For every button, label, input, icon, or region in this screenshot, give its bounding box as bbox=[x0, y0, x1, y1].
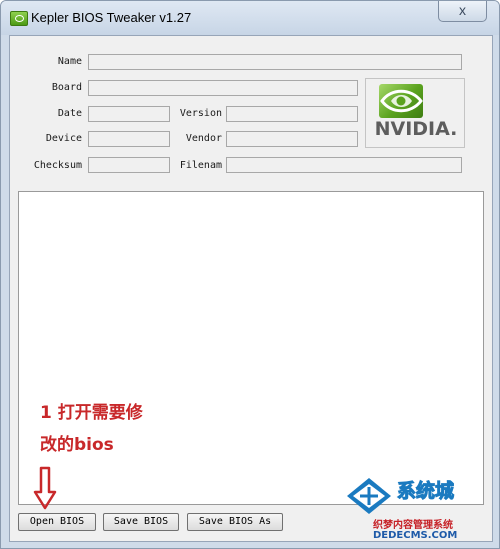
nvidia-logo-box: NVIDIA. bbox=[365, 78, 465, 148]
version-field[interactable] bbox=[226, 106, 358, 122]
date-label: Date bbox=[57, 108, 82, 119]
name-field[interactable] bbox=[88, 54, 462, 70]
client-area: Name Board Date Version Device Vendor Ch… bbox=[9, 35, 493, 542]
save-bios-button[interactable]: Save BIOS bbox=[103, 513, 179, 531]
filename-field[interactable] bbox=[226, 157, 462, 173]
vendor-label: Vendor bbox=[185, 133, 222, 144]
annotation-line2: 改的bios bbox=[40, 435, 114, 455]
watermark-text: 系统城 bbox=[396, 480, 455, 503]
date-field[interactable] bbox=[88, 106, 170, 122]
device-field[interactable] bbox=[88, 131, 170, 147]
vendor-field[interactable] bbox=[226, 131, 358, 147]
checksum-field[interactable] bbox=[88, 157, 170, 173]
app-icon bbox=[10, 11, 28, 26]
save-bios-as-button[interactable]: Save BIOS As bbox=[187, 513, 283, 531]
name-label: Name bbox=[57, 56, 82, 67]
filename-label: Filenam bbox=[179, 160, 222, 171]
watermark-line2: DEDECMS.COM bbox=[373, 530, 458, 541]
title-bar[interactable]: Kepler BIOS Tweaker v1.27 x bbox=[1, 1, 499, 35]
red-arrow-icon bbox=[33, 466, 57, 510]
nvidia-eye-icon bbox=[379, 84, 423, 118]
version-label: Version bbox=[179, 108, 222, 119]
open-bios-button[interactable]: Open BIOS bbox=[18, 513, 96, 531]
output-panel[interactable] bbox=[18, 191, 484, 505]
device-label: Device bbox=[45, 133, 82, 144]
watermark-line1: 织梦内容管理系统 bbox=[373, 520, 453, 531]
annotation-line1: 1 打开需要修 bbox=[40, 403, 143, 423]
watermark: 系统城 织梦内容管理系统 DEDECMS.COM bbox=[325, 476, 497, 546]
nvidia-logo-text: NVIDIA. bbox=[374, 118, 458, 140]
window-title: Kepler BIOS Tweaker v1.27 bbox=[31, 10, 192, 25]
board-label: Board bbox=[51, 82, 82, 93]
board-field[interactable] bbox=[88, 80, 358, 96]
checksum-label: Checksum bbox=[33, 160, 82, 171]
close-button[interactable]: x bbox=[438, 1, 487, 22]
app-window: Kepler BIOS Tweaker v1.27 x Name Board D… bbox=[0, 0, 500, 549]
windows-logo-icon bbox=[347, 478, 391, 514]
